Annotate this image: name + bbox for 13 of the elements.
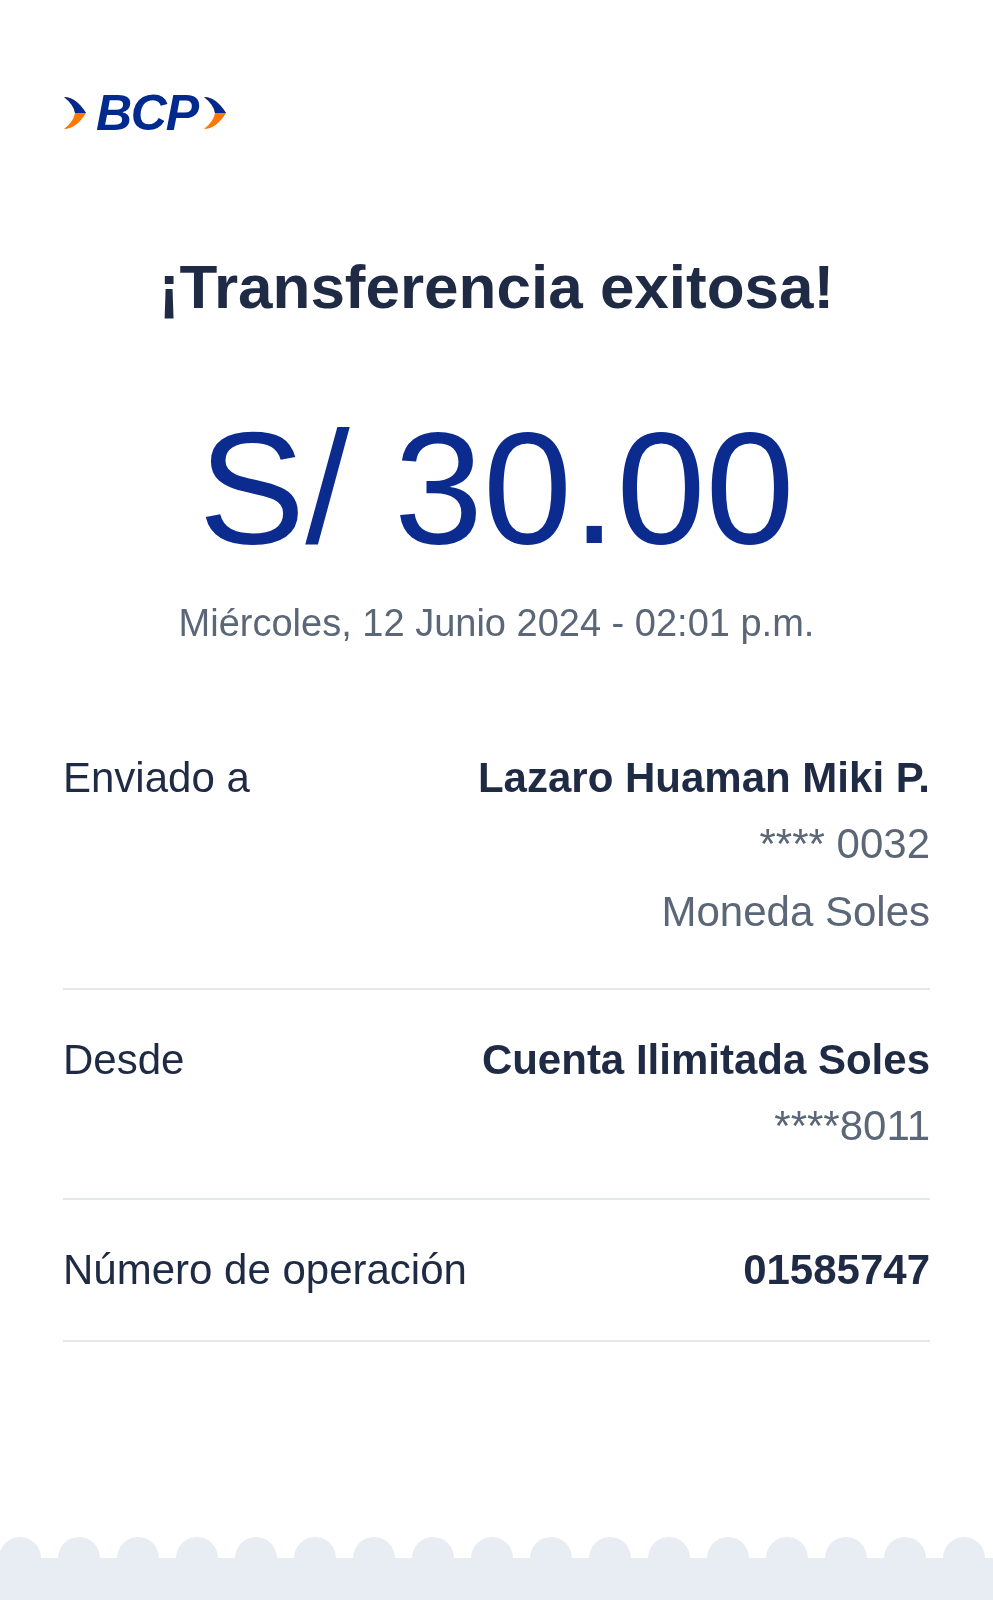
detail-label: Número de operación xyxy=(63,1245,467,1295)
detail-subtext: **** 0032 xyxy=(759,819,930,869)
logo-text: BCP xyxy=(96,88,198,138)
page-title: ¡Transferencia exitosa! xyxy=(157,256,836,318)
detail-value: Lazaro Huaman Miki P. xyxy=(477,753,930,803)
detail-subtext: Moneda Soles xyxy=(661,887,930,937)
amount: S/ 30.00 xyxy=(197,408,796,568)
detail-label: Enviado a xyxy=(63,753,250,803)
detail-label: Desde xyxy=(63,1035,185,1085)
detail-value: Cuenta Ilimitada Soles xyxy=(481,1035,930,1085)
detail-value: 01585747 xyxy=(743,1245,930,1295)
detail-subtext: ****8011 xyxy=(774,1101,930,1151)
transfer-date: Miércoles, 12 Junio 2024 - 02:01 p.m. xyxy=(177,604,816,642)
